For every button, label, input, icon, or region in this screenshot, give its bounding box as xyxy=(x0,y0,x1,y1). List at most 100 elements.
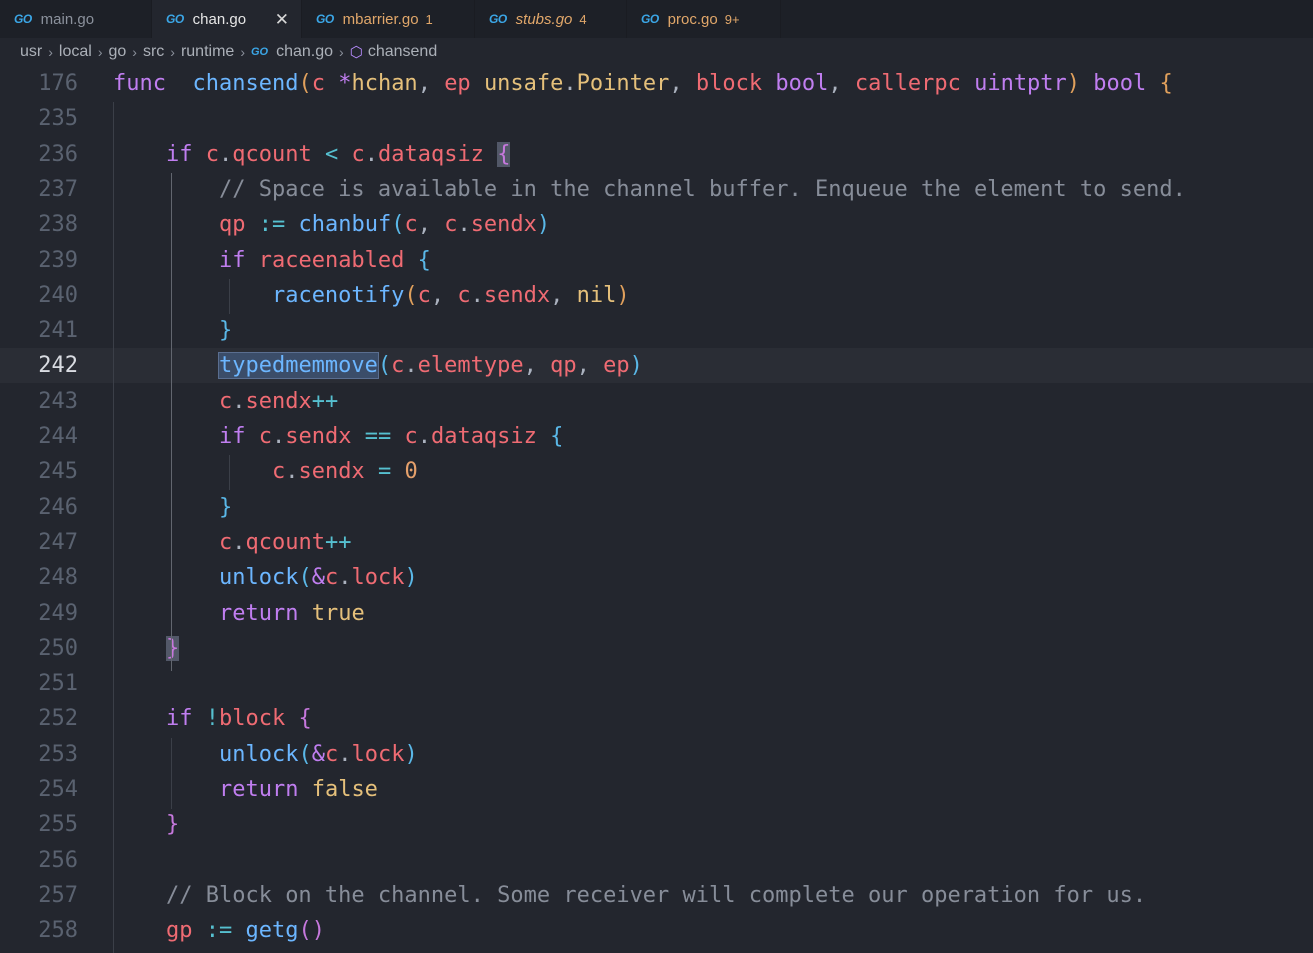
code-line[interactable]: 245 c.sendx = 0 xyxy=(0,454,1313,489)
line-number: 238 xyxy=(38,212,78,238)
breadcrumb-item-src[interactable]: src xyxy=(143,43,164,61)
chevron-right-icon: › xyxy=(339,44,344,60)
code-editor[interactable]: 258 gp := getg() 257 // Block on the chan… xyxy=(0,66,1313,953)
tab-label: proc.go xyxy=(667,10,718,28)
code-token: hchan xyxy=(351,71,418,96)
tab-label: chan.go xyxy=(192,10,247,28)
code-token: ++ xyxy=(324,529,352,555)
line-number: 242 xyxy=(38,353,78,379)
line-number: 255 xyxy=(38,812,78,838)
code-token: & xyxy=(311,741,325,767)
code-token: dataqsiz xyxy=(377,141,484,167)
code-token: c xyxy=(417,282,431,308)
line-number: 244 xyxy=(38,424,78,449)
code-line[interactable]: 256 xyxy=(0,843,1313,878)
line-number: 241 xyxy=(38,318,78,344)
code-token: c xyxy=(391,353,405,379)
breadcrumb-symbol[interactable]: chansend xyxy=(368,43,437,61)
chevron-right-icon: › xyxy=(240,44,245,60)
code-line[interactable]: 252 if !block { xyxy=(0,701,1313,736)
code-line[interactable]: 246 } xyxy=(0,490,1313,525)
code-token: qcount xyxy=(232,141,312,167)
line-number: 247 xyxy=(38,529,78,555)
code-line[interactable]: 240 racenotify(c, c.sendx, nil) xyxy=(0,278,1313,313)
code-token: unlock xyxy=(218,741,299,767)
code-line[interactable]: 235 xyxy=(0,101,1313,136)
code-line[interactable]: 242 typedmemmove(c.elemtype, qp, ep) xyxy=(0,348,1313,384)
code-token: return xyxy=(218,600,299,626)
code-token: typedmemmove xyxy=(217,352,379,380)
code-line[interactable]: 251 xyxy=(0,666,1313,701)
code-line[interactable]: 254 return false xyxy=(0,772,1313,807)
code-token: . xyxy=(563,71,577,96)
code-token: nil xyxy=(576,282,617,308)
code-line[interactable]: 238 qp := chanbuf(c, c.sendx) xyxy=(0,207,1313,242)
code-token: bool xyxy=(1093,71,1147,96)
code-line[interactable]: 241 } xyxy=(0,313,1313,348)
code-token: ) xyxy=(536,212,551,238)
code-text: if raceenabled { xyxy=(113,243,431,278)
editor-tab-bar: GO main.go GO chan.go ✕ GO mbarrier.go 1… xyxy=(0,0,1313,38)
chevron-right-icon: › xyxy=(48,44,53,60)
code-token: ( xyxy=(298,71,312,96)
code-token: ) xyxy=(629,353,643,379)
code-token: func xyxy=(113,71,166,96)
chevron-right-icon: › xyxy=(97,44,103,60)
code-line[interactable]: 239 if raceenabled { xyxy=(0,243,1313,278)
tab-chan-go[interactable]: GO chan.go ✕ xyxy=(152,0,302,38)
code-line[interactable]: 250 } xyxy=(0,631,1313,666)
code-line[interactable]: 253 unlock(&c.lock) xyxy=(0,737,1313,772)
code-line[interactable]: 247 c.qcount++ xyxy=(0,525,1313,560)
breadcrumb-file[interactable]: chan.go xyxy=(276,43,333,61)
tab-main-go[interactable]: GO main.go xyxy=(0,0,152,38)
breadcrumb-item-go[interactable]: go xyxy=(108,43,126,61)
code-token: := xyxy=(205,918,233,944)
code-line[interactable]: 243 c.sendx++ xyxy=(0,384,1313,419)
code-token: uintptr xyxy=(974,71,1067,96)
code-line[interactable]: 255 } xyxy=(0,807,1313,842)
code-line[interactable]: 236 if c.qcount < c.dataqsiz { xyxy=(0,137,1313,172)
code-line[interactable]: 176 func chansend(c *hchan, ep unsafe.Poi… xyxy=(0,66,1313,101)
code-line[interactable]: 249 return true xyxy=(0,596,1313,631)
code-token: , xyxy=(828,71,855,96)
go-file-icon: GO xyxy=(316,12,334,26)
code-token: c xyxy=(351,141,365,167)
code-line[interactable]: 258 gp := getg() xyxy=(0,913,1313,948)
close-icon[interactable]: ✕ xyxy=(275,11,289,28)
line-number: 256 xyxy=(38,847,78,873)
code-line[interactable]: 248 unlock(&c.lock) xyxy=(0,560,1313,595)
code-token: } xyxy=(218,494,233,520)
breadcrumb-item-runtime[interactable]: runtime xyxy=(181,43,234,61)
code-token: () xyxy=(298,918,325,944)
tab-proc-go[interactable]: GO proc.go 9+ xyxy=(627,0,781,38)
code-line[interactable]: 257 // Block on the channel. Some receiv… xyxy=(0,878,1313,913)
method-symbol-icon: ⬡ xyxy=(349,44,363,61)
tab-stubs-go[interactable]: GO stubs.go 4 xyxy=(475,0,627,38)
code-token: if xyxy=(165,141,193,167)
code-token: c xyxy=(218,529,233,555)
code-token: racenotify xyxy=(271,282,405,308)
code-line[interactable]: 237 // Space is available in the channel… xyxy=(0,172,1313,207)
code-line[interactable]: 244 if c.sendx == c.dataqsiz { xyxy=(0,419,1313,454)
breadcrumb-item-usr[interactable]: usr xyxy=(20,43,42,61)
line-number: 248 xyxy=(38,565,78,591)
code-text: racenotify(c, c.sendx, nil) xyxy=(113,278,630,313)
code-token: ) xyxy=(616,282,630,308)
code-text: c.sendx++ xyxy=(113,384,338,419)
code-token: * xyxy=(338,71,352,96)
indent-guide xyxy=(229,279,230,314)
tab-mbarrier-go[interactable]: GO mbarrier.go 1 xyxy=(302,0,475,38)
indent-guide xyxy=(113,102,114,953)
breadcrumb-item-local[interactable]: local xyxy=(59,43,92,61)
